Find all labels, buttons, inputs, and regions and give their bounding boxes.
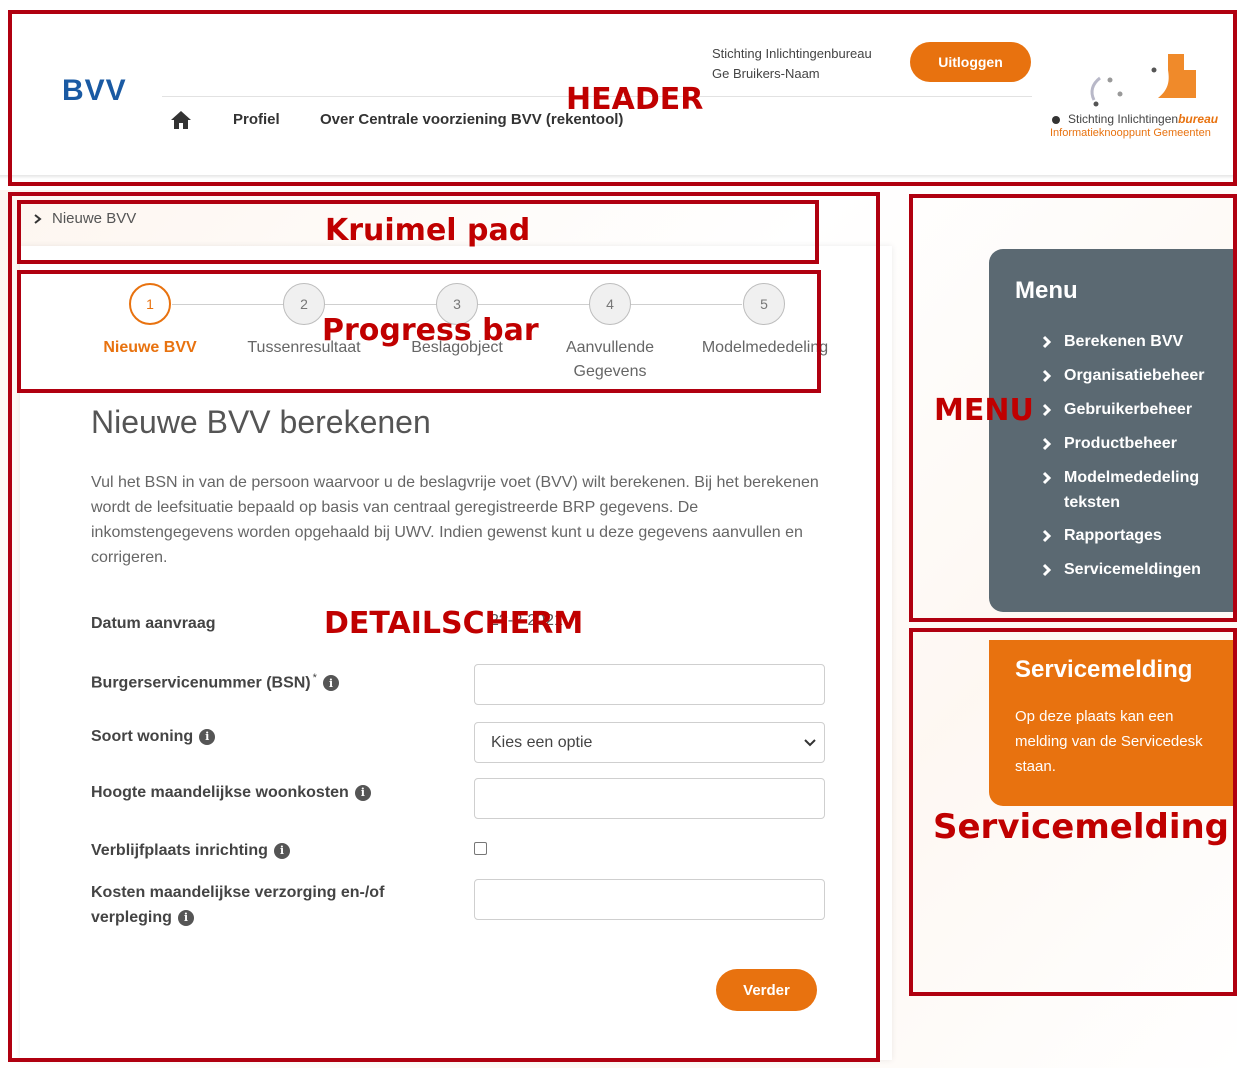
header-annotation-label: HEADER xyxy=(566,82,704,117)
detail-annotation-label: DETAILSCHERM xyxy=(324,606,584,641)
service-annotation-label: Servicemelding xyxy=(933,807,1230,847)
menu-annotation-label: MENU xyxy=(934,393,1034,428)
progress-annotation-label: Progress bar xyxy=(322,313,539,348)
breadcrumb-annotation-label: Kruimel pad xyxy=(325,213,531,248)
